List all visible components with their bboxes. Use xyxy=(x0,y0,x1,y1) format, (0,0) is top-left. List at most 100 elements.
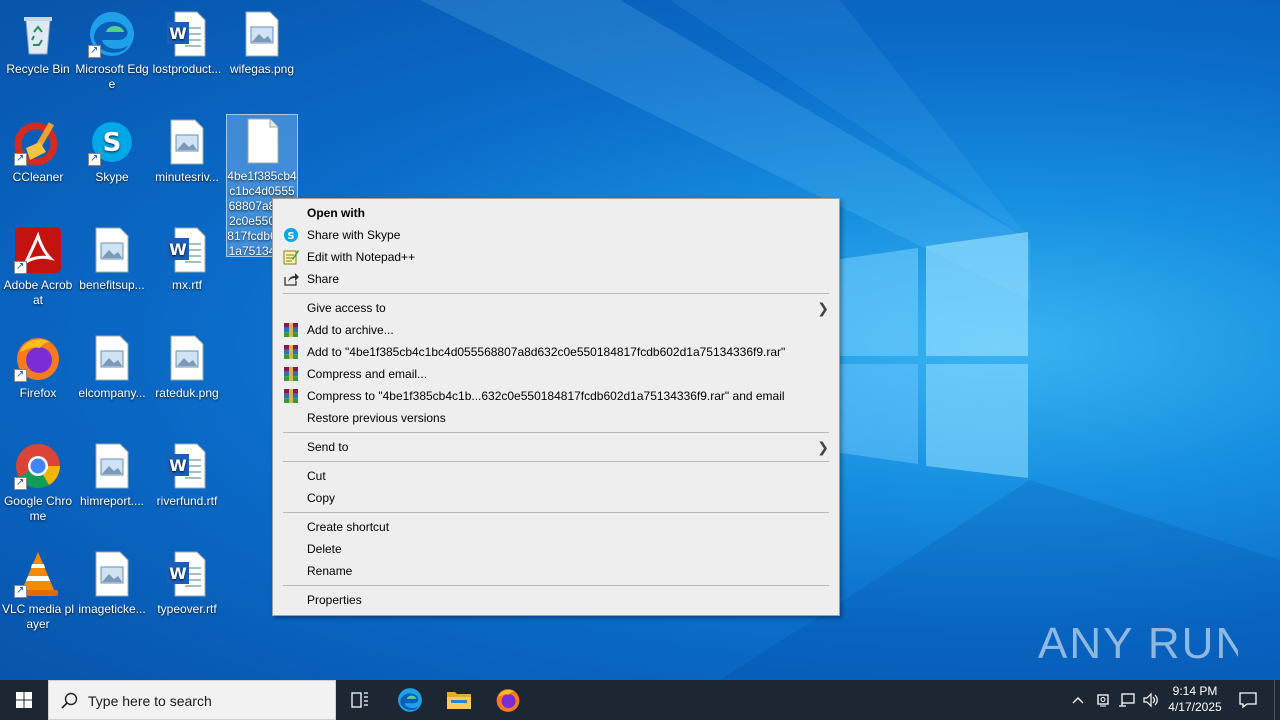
menu-item-compress-email[interactable]: Compress and email... xyxy=(273,363,839,385)
taskbar-edge-button[interactable] xyxy=(386,680,434,720)
desktop-icon-firefox[interactable]: Firefox xyxy=(0,328,76,428)
notification-icon xyxy=(1239,692,1257,708)
desktop-icon-label: VLC media player xyxy=(1,602,75,631)
firefox-icon xyxy=(496,689,520,712)
windows-start-icon xyxy=(16,692,32,708)
desktop-icon-label: minutesriv... xyxy=(155,170,219,184)
desktop-icon-skype[interactable]: S Skype xyxy=(74,112,150,212)
chevron-right-icon: ❯ xyxy=(817,439,829,455)
taskbar-file-explorer-button[interactable] xyxy=(435,680,483,720)
start-button[interactable] xyxy=(0,680,48,720)
taskbar-firefox-button[interactable] xyxy=(484,680,532,720)
show-desktop-button[interactable] xyxy=(1274,680,1280,720)
svg-text:W: W xyxy=(169,24,187,43)
image-file-icon xyxy=(88,442,136,490)
desktop-icon-imageticke[interactable]: imageticke... xyxy=(74,544,150,644)
word-doc-icon: W xyxy=(163,550,211,598)
menu-separator xyxy=(283,585,829,586)
device-icon xyxy=(1097,694,1109,707)
acrobat-icon xyxy=(14,226,62,274)
menu-item-properties[interactable]: Properties xyxy=(273,589,839,611)
menu-item-delete[interactable]: Delete xyxy=(273,538,839,560)
desktop-icon-elcompany[interactable]: elcompany... xyxy=(74,328,150,428)
tray-volume-button[interactable] xyxy=(1140,680,1162,720)
taskbar-clock[interactable]: 9:14 PM 4/17/2025 xyxy=(1160,683,1230,715)
show-hidden-icons-button[interactable] xyxy=(1066,680,1090,720)
desktop-icon-ccleaner[interactable]: CCleaner xyxy=(0,112,76,212)
word-doc-icon: W xyxy=(163,442,211,490)
image-file-icon xyxy=(88,550,136,598)
desktop-icon-minutesriv[interactable]: minutesriv... xyxy=(149,112,225,212)
desktop-icon-himreport[interactable]: himreport.... xyxy=(74,436,150,536)
desktop-icon-lostproduct[interactable]: W lostproduct... xyxy=(149,4,225,104)
taskbar: Type here to search 9:14 PM 4/17/2025 xyxy=(0,680,1280,720)
desktop-icon-typeover[interactable]: W typeover.rtf xyxy=(149,544,225,644)
image-file-icon xyxy=(88,334,136,382)
desktop-icon-adobe-acrobat[interactable]: Adobe Acrobat xyxy=(0,220,76,320)
menu-item-compress-to-rar-email[interactable]: Compress to "4be1f385cb4c1b...632c0e5501… xyxy=(273,385,839,407)
menu-item-edit-notepad[interactable]: Edit with Notepad++ xyxy=(273,246,839,268)
desktop-icon-riverfund[interactable]: W riverfund.rtf xyxy=(149,436,225,536)
desktop-icon-label: mx.rtf xyxy=(172,278,202,292)
image-file-icon xyxy=(88,226,136,274)
menu-item-share-with-skype[interactable]: S Share with Skype xyxy=(273,224,839,246)
svg-text:W: W xyxy=(169,456,187,475)
menu-item-add-to-rar[interactable]: Add to "4be1f385cb4c1bc4d055568807a8d632… xyxy=(273,341,839,363)
image-file-icon xyxy=(163,118,211,166)
desktop-icon-label: Firefox xyxy=(19,386,57,400)
menu-item-create-shortcut[interactable]: Create shortcut xyxy=(273,516,839,538)
menu-separator xyxy=(283,293,829,294)
task-view-button[interactable] xyxy=(336,680,384,720)
winrar-icon xyxy=(283,388,299,404)
folder-icon xyxy=(447,692,471,709)
desktop-icon-label: himreport.... xyxy=(79,494,145,508)
winrar-icon xyxy=(283,344,299,360)
menu-item-cut[interactable]: Cut xyxy=(273,465,839,487)
svg-text:W: W xyxy=(169,564,187,583)
winrar-icon xyxy=(283,366,299,382)
desktop-icon-rateduk[interactable]: rateduk.png xyxy=(149,328,225,428)
tray-network-button[interactable] xyxy=(1115,680,1139,720)
chevron-right-icon: ❯ xyxy=(817,300,829,316)
ccleaner-icon xyxy=(14,118,62,166)
menu-item-send-to[interactable]: Send to ❯ xyxy=(273,436,839,458)
desktop-icon-label: CCleaner xyxy=(12,170,64,184)
desktop-icon-vlc[interactable]: VLC media player xyxy=(0,544,76,644)
menu-item-add-to-archive[interactable]: Add to archive... xyxy=(273,319,839,341)
desktop-icon-wifegas[interactable]: wifegas.png xyxy=(224,4,300,104)
desktop-icon-label: riverfund.rtf xyxy=(156,494,218,508)
desktop-icon-label: benefitsup... xyxy=(79,278,145,292)
desktop-icon-mx-rtf[interactable]: W mx.rtf xyxy=(149,220,225,320)
anyrun-watermark-logo: ANY RUN xyxy=(1038,619,1238,668)
svg-text:S: S xyxy=(103,128,122,158)
svg-text:W: W xyxy=(169,240,187,259)
desktop-icon-recycle-bin[interactable]: Recycle Bin xyxy=(0,4,76,104)
menu-item-restore-versions[interactable]: Restore previous versions xyxy=(273,407,839,429)
desktop-icon-label: elcompany... xyxy=(78,386,146,400)
desktop-icon-label: Skype xyxy=(95,170,129,184)
menu-separator xyxy=(283,432,829,433)
winrar-icon xyxy=(283,322,299,338)
menu-item-rename[interactable]: Rename xyxy=(273,560,839,582)
menu-item-give-access[interactable]: Give access to ❯ xyxy=(273,297,839,319)
desktop-icon-label: Adobe Acrobat xyxy=(3,278,73,307)
tray-device-button[interactable] xyxy=(1092,680,1114,720)
desktop-icon-label: typeover.rtf xyxy=(157,602,217,616)
action-center-button[interactable] xyxy=(1232,680,1264,720)
desktop-icon-benefitsup[interactable]: benefitsup... xyxy=(74,220,150,320)
menu-separator xyxy=(283,461,829,462)
image-file-icon xyxy=(163,334,211,382)
desktop-icon-label: imageticke... xyxy=(78,602,146,616)
blank-file-icon xyxy=(238,117,286,165)
menu-separator xyxy=(283,512,829,513)
desktop-icon-google-chrome[interactable]: Google Chrome xyxy=(0,436,76,536)
desktop-icon-microsoft-edge[interactable]: Microsoft Edge xyxy=(74,4,150,104)
taskbar-search-box[interactable]: Type here to search xyxy=(48,680,336,720)
menu-item-open-with[interactable]: Open with xyxy=(273,202,839,224)
recycle-bin-icon xyxy=(14,10,62,58)
menu-item-copy[interactable]: Copy xyxy=(273,487,839,509)
edge-icon xyxy=(88,10,136,58)
desktop-icon-label: wifegas.png xyxy=(229,62,295,76)
word-doc-icon: W xyxy=(163,226,211,274)
menu-item-share[interactable]: Share xyxy=(273,268,839,290)
